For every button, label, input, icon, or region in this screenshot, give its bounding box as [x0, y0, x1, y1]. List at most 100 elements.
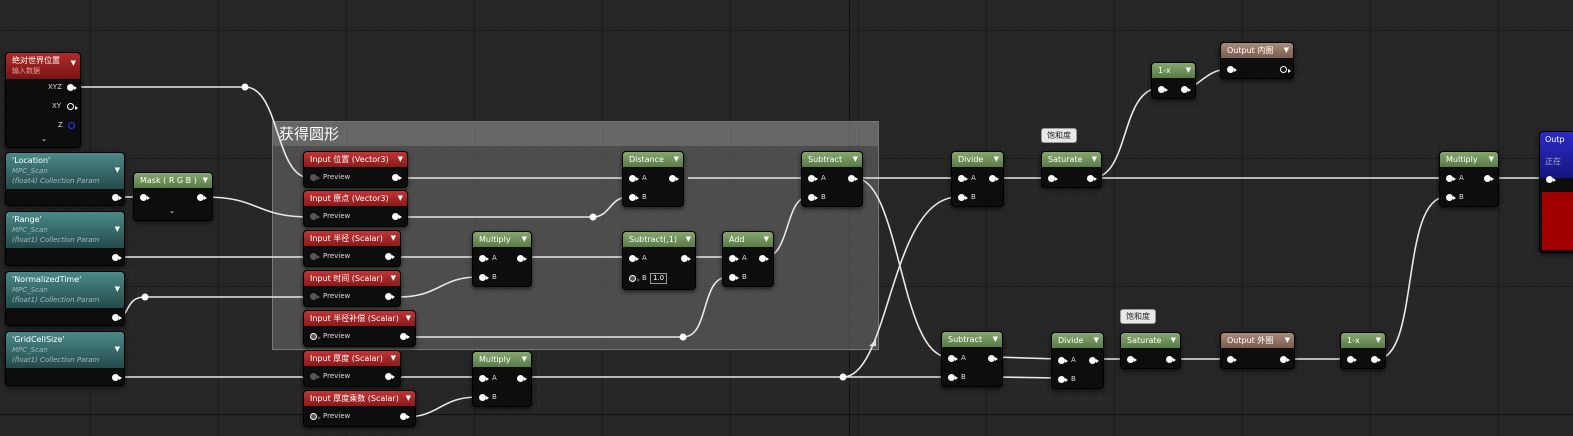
node-header[interactable]: Saturate ▼ [1121, 333, 1180, 348]
chevron-down-icon[interactable]: ▼ [71, 58, 76, 68]
output-pin[interactable] [392, 213, 402, 220]
input-node-origin[interactable]: Input 原点 (Vector3) ▼ Preview [303, 190, 408, 227]
output-pin[interactable] [988, 355, 998, 362]
chevron-down-icon[interactable]: ▼ [1284, 43, 1289, 58]
mask-node[interactable]: Mask ( R G B ) ▼ ⌄ [133, 172, 213, 221]
one-minus-node-bottom[interactable]: 1-x ▼ [1340, 332, 1386, 369]
input-header[interactable]: Input 位置 (Vector3) ▼ [304, 152, 407, 167]
multiply-node-final[interactable]: Multiply ▼ A B [1439, 151, 1499, 207]
output-pin-xy[interactable] [67, 103, 78, 110]
mask-header[interactable]: Mask ( R G B ) ▼ [134, 173, 212, 188]
input-pin[interactable] [1227, 66, 1237, 73]
input-pin-b[interactable] [479, 274, 489, 281]
add-node[interactable]: Add ▼ A B [722, 231, 774, 287]
output-pin[interactable] [197, 194, 207, 201]
input-pin-a[interactable] [479, 375, 489, 382]
node-header[interactable]: Output 外圈 ▼ [1221, 333, 1294, 348]
output-pin-xyz[interactable] [67, 84, 77, 91]
output-outer-node[interactable]: Output 外圈 ▼ [1220, 332, 1295, 369]
saturation-tag-1[interactable]: 饱和度 [1041, 128, 1077, 143]
output-pin[interactable] [1166, 356, 1176, 363]
output-pin[interactable] [1484, 175, 1494, 182]
node-header[interactable]: Multiply ▼ [473, 232, 531, 247]
preview-input-pin[interactable] [310, 213, 320, 220]
chevron-down-icon[interactable]: ▼ [115, 165, 120, 175]
input-pin[interactable] [140, 194, 150, 201]
chevron-down-icon[interactable]: ▼ [686, 232, 691, 247]
input-pin-a[interactable] [808, 175, 818, 182]
node-header[interactable]: Multiply ▼ [473, 352, 531, 367]
preview-input-pin[interactable] [310, 333, 321, 340]
input-pin-b[interactable] [1446, 194, 1456, 201]
input-node-radius[interactable]: Input 半径 (Scalar) ▼ Preview [303, 230, 401, 267]
node-header[interactable]: Divide ▼ [952, 152, 1003, 167]
input-pin-b[interactable] [808, 194, 818, 201]
expand-chevron-icon[interactable]: ⌄ [169, 207, 175, 215]
output-pin[interactable] [385, 253, 395, 260]
world-position-header[interactable]: 绝对世界位置 输入数据 ▼ [6, 53, 80, 79]
chevron-down-icon[interactable]: ▼ [522, 232, 527, 247]
chevron-down-icon[interactable]: ▼ [115, 344, 120, 354]
chevron-down-icon[interactable]: ▼ [391, 231, 396, 246]
input-header[interactable]: Input 原点 (Vector3) ▼ [304, 191, 407, 206]
saturate-node-2[interactable]: Saturate ▼ [1120, 332, 1181, 369]
input-pin-b[interactable] [629, 275, 640, 282]
node-header[interactable]: 1-x ▼ [1341, 333, 1385, 348]
multiply-node-1[interactable]: Multiply ▼ A B [472, 231, 532, 287]
chevron-down-icon[interactable]: ▼ [398, 191, 403, 206]
reroute-knot[interactable] [141, 293, 149, 301]
param-node-range[interactable]: 'Range' MPC_Scan (float1) Collection Par… [5, 211, 125, 266]
chevron-down-icon[interactable]: ▼ [1186, 63, 1191, 78]
wire[interactable] [994, 376, 1059, 379]
node-header[interactable]: Add ▼ [723, 232, 773, 247]
input-node-thickness-multiplier[interactable]: Input 厚度乘数 (Scalar) ▼ Preview [303, 390, 416, 427]
output-pin[interactable] [517, 255, 527, 262]
output-pin[interactable] [1089, 357, 1099, 364]
chevron-down-icon[interactable]: ▼ [203, 173, 208, 188]
input-header[interactable]: Input 时间 (Scalar) ▼ [304, 271, 400, 286]
chevron-down-icon[interactable]: ▼ [993, 332, 998, 347]
input-pin-b[interactable] [479, 394, 489, 401]
saturate-node-1[interactable]: Saturate ▼ [1041, 151, 1102, 188]
output-pin[interactable] [112, 314, 122, 321]
input-pin-a[interactable] [1446, 175, 1456, 182]
output-pin[interactable] [669, 175, 679, 182]
chevron-down-icon[interactable]: ▼ [391, 271, 396, 286]
preview-input-pin[interactable] [310, 174, 320, 181]
output-pin[interactable] [1280, 66, 1291, 73]
node-header[interactable]: Divide ▼ [1052, 333, 1103, 348]
output-pin[interactable] [848, 175, 858, 182]
reroute-knot[interactable] [241, 83, 249, 91]
input-pin[interactable] [1127, 356, 1137, 363]
input-node-time[interactable]: Input 时间 (Scalar) ▼ Preview [303, 270, 401, 307]
node-header[interactable]: Subtract ▼ [942, 332, 1002, 347]
wire[interactable] [204, 196, 311, 218]
expand-chevron-icon[interactable]: ⌄ [41, 135, 47, 143]
output-pin-z[interactable] [68, 122, 75, 129]
node-header[interactable]: Saturate ▼ [1042, 152, 1101, 167]
chevron-down-icon[interactable]: ▼ [853, 152, 858, 167]
input-pin-a[interactable] [629, 255, 639, 262]
wire[interactable] [1376, 196, 1447, 360]
output-header[interactable]: Outp 正在 [1540, 132, 1573, 178]
input-pin[interactable] [1546, 176, 1556, 183]
input-pin-b[interactable] [629, 194, 639, 201]
chevron-down-icon[interactable]: ▼ [115, 284, 120, 294]
preview-input-pin[interactable] [310, 253, 320, 260]
chevron-down-icon[interactable]: ▼ [391, 351, 396, 366]
world-position-node[interactable]: 绝对世界位置 输入数据 ▼ XYZ XY Z ⌄ [5, 52, 81, 148]
node-header[interactable]: 1-x ▼ [1152, 63, 1195, 78]
output-pin[interactable] [112, 374, 122, 381]
partial-output-node[interactable]: Outp 正在 [1539, 131, 1573, 253]
wire[interactable] [1091, 87, 1161, 179]
output-pin[interactable] [1371, 356, 1381, 363]
subtract-node-main[interactable]: Subtract ▼ A B [801, 151, 863, 207]
output-pin[interactable] [400, 333, 410, 340]
multiply-node-2[interactable]: Multiply ▼ A B [472, 351, 532, 407]
output-pin[interactable] [517, 375, 527, 382]
chevron-down-icon[interactable]: ▼ [1489, 152, 1494, 167]
preview-input-pin[interactable] [310, 413, 321, 420]
param-header[interactable]: 'Location' MPC_Scan (float4) Collection … [6, 153, 124, 189]
input-pin[interactable] [1347, 356, 1357, 363]
node-header[interactable]: Multiply ▼ [1440, 152, 1498, 167]
